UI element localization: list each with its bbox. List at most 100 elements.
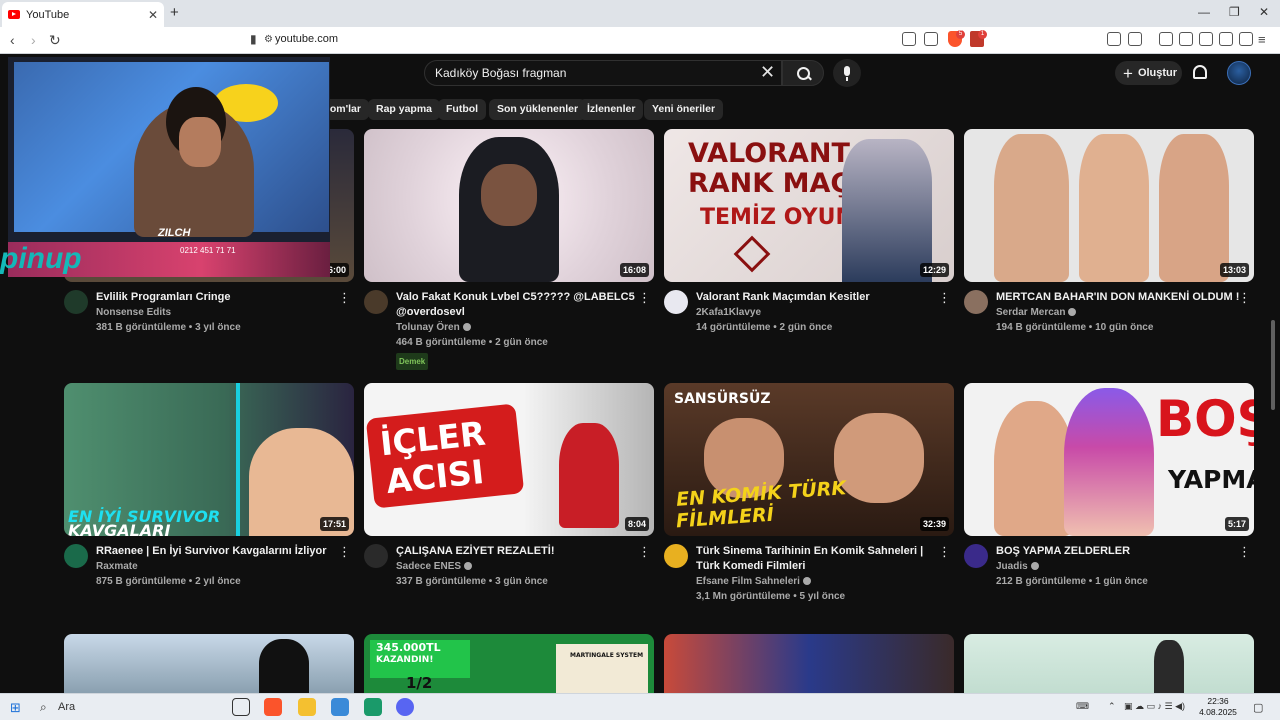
video-thumbnail[interactable]: SANSÜRSÜZ EN KOMİK TÜRK FİLMLERİ 32:39 — [664, 383, 954, 536]
task-view-icon[interactable] — [232, 698, 250, 716]
notifications-bell-icon[interactable] — [1193, 65, 1207, 79]
leo-ai-icon[interactable] — [1219, 32, 1233, 46]
tray-icons[interactable]: ▣ ☁ ▭ ♪ ☰ ◀) — [1124, 701, 1185, 712]
file-explorer-icon[interactable] — [298, 698, 316, 716]
tab-youtube[interactable]: YouTube ✕ — [2, 2, 164, 27]
chip-futbol[interactable]: Futbol — [438, 99, 487, 120]
vpn-icon[interactable] — [1239, 32, 1253, 46]
tab-close-icon[interactable]: ✕ — [148, 8, 158, 22]
more-options-icon[interactable]: ⋮ — [638, 290, 651, 306]
share-icon[interactable] — [924, 32, 938, 46]
channel-name[interactable]: Sadece ENES — [396, 561, 461, 572]
video-thumbnail[interactable]: İÇLER ACISI 8:04 — [364, 383, 654, 536]
video-card[interactable]: 16:08 Valo Fakat Konuk Lvbel C5????? @LA… — [364, 129, 654, 372]
forward-icon[interactable]: › — [31, 32, 36, 48]
chip-rap[interactable]: Rap yapma — [368, 99, 441, 120]
channel-avatar[interactable] — [64, 290, 88, 314]
video-thumbnail[interactable] — [64, 634, 354, 693]
channel-name[interactable]: Nonsense Edits — [96, 305, 340, 320]
video-thumbnail[interactable]: 345.000TL KAZANDIN! 1/2 MARTINGALE SYSTE… — [364, 634, 654, 693]
bookmark-icon[interactable]: ▮ — [250, 32, 257, 46]
video-card[interactable]: SANSÜRSÜZ EN KOMİK TÜRK FİLMLERİ 32:39 T… — [664, 383, 954, 626]
channel-avatar[interactable] — [64, 544, 88, 568]
system-clock[interactable]: 22:36 4.08.2025 — [1196, 696, 1240, 718]
minimize-icon[interactable]: — — [1198, 5, 1210, 19]
new-tab-button[interactable]: + — [170, 4, 179, 21]
brave-taskbar-icon[interactable] — [264, 698, 282, 716]
create-button[interactable]: + Oluştur — [1115, 61, 1182, 85]
discord-taskbar-icon[interactable] — [396, 698, 414, 716]
channel-avatar[interactable] — [964, 544, 988, 568]
channel-name[interactable]: Raxmate — [96, 559, 340, 574]
voice-search-button[interactable] — [833, 59, 861, 87]
app-taskbar-icon[interactable] — [331, 698, 349, 716]
url-field[interactable]: youtube.com — [275, 33, 338, 45]
page-scrollbar[interactable] — [1271, 320, 1275, 410]
video-title[interactable]: Valo Fakat Konuk Lvbel C5????? @LABELC5 … — [396, 290, 640, 320]
channel-avatar[interactable] — [664, 290, 688, 314]
video-card[interactable]: 13:03 MERTCAN BAHAR'IN DON MANKENİ OLDUM… — [964, 129, 1254, 372]
sidebar-icon[interactable] — [1179, 32, 1193, 46]
chip-watched[interactable]: İzlenenler — [579, 99, 644, 120]
video-thumbnail[interactable] — [664, 634, 954, 693]
video-title[interactable]: RRaenee | En İyi Survivor Kavgalarını İz… — [96, 544, 340, 559]
more-options-icon[interactable]: ⋮ — [1238, 290, 1251, 306]
wallet-icon[interactable] — [1199, 32, 1213, 46]
video-title[interactable]: Türk Sinema Tarihinin En Komik Sahneleri… — [696, 544, 940, 574]
windows-start-icon[interactable]: ⊞ — [10, 700, 21, 716]
keyboard-icon[interactable]: ⌨ — [1076, 701, 1089, 712]
video-title[interactable]: BOŞ YAPMA ZELDERLER — [996, 544, 1240, 559]
channel-avatar[interactable] — [964, 290, 988, 314]
video-thumbnail[interactable] — [964, 634, 1254, 693]
video-thumbnail[interactable]: 16:08 — [364, 129, 654, 282]
search-input[interactable]: Kadıköy Boğası fragman — [424, 60, 782, 86]
app2-taskbar-icon[interactable] — [364, 698, 382, 716]
video-title[interactable]: ÇALIŞANA EZİYET REZALETİ! — [396, 544, 640, 559]
more-options-icon[interactable]: ⋮ — [338, 544, 351, 560]
video-thumbnail[interactable]: EN İYİ SURVIVOR KAVGALARI 17:51 — [64, 383, 354, 536]
tab-search-icon[interactable] — [1128, 32, 1142, 46]
channel-avatar[interactable] — [364, 544, 388, 568]
notification-center-icon[interactable]: ▢ — [1253, 701, 1263, 714]
chip-recent[interactable]: Son yüklenenler — [489, 99, 587, 120]
video-card[interactable]: VALORANT RANK MAÇI TEMİZ OYUN 12:29 Valo… — [664, 129, 954, 372]
duration-badge: 16:08 — [619, 263, 649, 277]
search-button[interactable] — [782, 60, 824, 86]
reload-icon[interactable]: ↻ — [49, 32, 61, 49]
back-icon[interactable]: ‹ — [10, 32, 15, 48]
more-options-icon[interactable]: ⋮ — [638, 544, 651, 560]
media-icon[interactable] — [1159, 32, 1173, 46]
video-thumbnail[interactable]: 13:03 — [964, 129, 1254, 282]
more-options-icon[interactable]: ⋮ — [938, 290, 951, 306]
channel-name[interactable]: Efsane Film Sahneleri — [696, 576, 800, 587]
account-avatar[interactable] — [1227, 61, 1251, 85]
taskbar-search[interactable]: ⌕ Ara — [32, 697, 192, 718]
more-options-icon[interactable]: ⋮ — [1238, 544, 1251, 560]
video-card[interactable]: EN İYİ SURVIVOR KAVGALARI 17:51 RRaenee … — [64, 383, 354, 626]
more-options-icon[interactable]: ⋮ — [338, 290, 351, 306]
more-options-icon[interactable]: ⋮ — [938, 544, 951, 560]
channel-name[interactable]: Tolunay Ören — [396, 322, 460, 333]
clock-date: 4.08.2025 — [1199, 707, 1237, 717]
restore-icon[interactable]: ❐ — [1229, 5, 1240, 19]
video-title[interactable]: Valorant Rank Maçımdan Kesitler — [696, 290, 940, 305]
video-title[interactable]: MERTCAN BAHAR'IN DON MANKENİ OLDUM ! — [996, 290, 1240, 305]
video-title[interactable]: Evlilik Programları Cringe — [96, 290, 340, 305]
channel-avatar[interactable] — [364, 290, 388, 314]
clear-search-icon[interactable]: ✕ — [760, 62, 775, 83]
tray-overflow-icon[interactable]: ⌃ — [1108, 701, 1116, 712]
channel-name[interactable]: Serdar Mercan — [996, 307, 1065, 318]
channel-name[interactable]: 2Kafa1Klavye — [696, 305, 940, 320]
chip-new[interactable]: Yeni öneriler — [644, 99, 724, 120]
menu-icon[interactable]: ≡ — [1258, 32, 1266, 47]
channel-avatar[interactable] — [664, 544, 688, 568]
video-thumbnail[interactable]: VALORANT RANK MAÇI TEMİZ OYUN 12:29 — [664, 129, 954, 282]
video-card[interactable]: BOŞ YAPMA 5:17 BOŞ YAPMA ZELDERLER Juadi… — [964, 383, 1254, 626]
site-settings-icon[interactable]: ⚙ — [264, 34, 273, 45]
extensions-icon[interactable] — [1107, 32, 1121, 46]
close-window-icon[interactable]: ✕ — [1259, 5, 1269, 19]
video-card[interactable]: İÇLER ACISI 8:04 ÇALIŞANA EZİYET REZALET… — [364, 383, 654, 626]
video-thumbnail[interactable]: BOŞ YAPMA 5:17 — [964, 383, 1254, 536]
channel-name[interactable]: Juadis — [996, 561, 1028, 572]
cast-icon[interactable] — [902, 32, 916, 46]
